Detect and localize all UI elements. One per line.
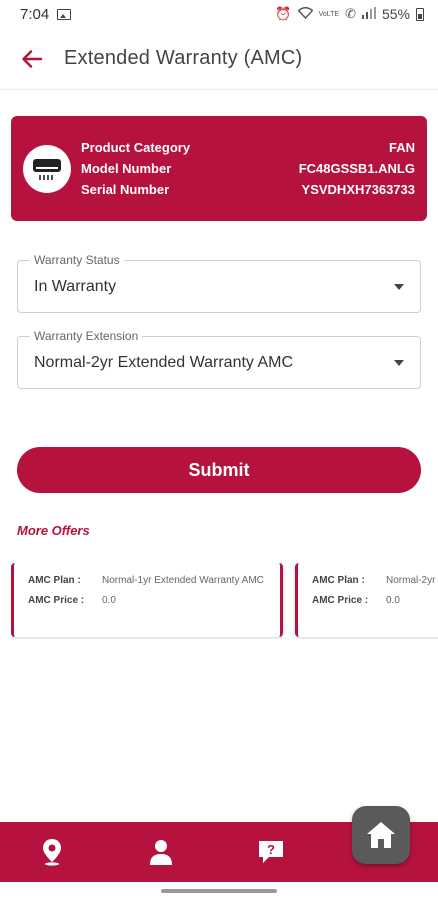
amc-price-value: 0.0 <box>102 595 116 606</box>
alarm-icon: ⏰ <box>275 6 292 21</box>
more-offers-title: More Offers <box>17 523 90 538</box>
person-icon <box>150 840 172 865</box>
offer-card[interactable]: AMC Plan : Normal-2yr Extended Warranty … <box>295 563 438 637</box>
wifi-icon <box>297 6 314 22</box>
amc-price-value: 0.0 <box>386 595 400 606</box>
amc-plan-label: AMC Plan : <box>312 575 365 586</box>
model-number-value: FC48GSSB1.ANLG <box>298 161 415 176</box>
page-title: Extended Warranty (AMC) <box>64 47 303 69</box>
home-button[interactable] <box>352 806 410 864</box>
serial-number-label: Serial Number <box>81 182 170 197</box>
warranty-extension-dropdown[interactable]: Warranty Extension Normal-2yr Extended W… <box>17 329 421 389</box>
gallery-icon <box>57 8 72 20</box>
warranty-status-label: Warranty Status <box>30 253 124 267</box>
offer-plan-row: AMC Plan : Normal-1yr Extended Warranty … <box>28 575 266 587</box>
warranty-extension-label: Warranty Extension <box>30 329 143 343</box>
status-bar: 7:04 ⏰ VoLTE ✆ 55% <box>0 0 438 28</box>
battery-percent: 55% <box>381 6 410 22</box>
system-gesture-area <box>0 882 438 900</box>
warranty-status-dropdown[interactable]: Warranty Status In Warranty <box>17 253 421 313</box>
offer-card[interactable]: AMC Plan : Normal-1yr Extended Warranty … <box>11 563 283 637</box>
serial-number-value: YSVDHXH7363733 <box>301 182 415 197</box>
svg-text:?: ? <box>267 842 275 857</box>
product-category-value: FAN <box>389 140 415 155</box>
model-number-row: Model Number FC48GSSB1.ANLG <box>81 158 415 179</box>
app-bar: Extended Warranty (AMC) <box>0 28 438 90</box>
call-icon: ✆ <box>345 6 356 21</box>
caret-down-icon <box>394 359 404 366</box>
status-icons: ⏰ VoLTE ✆ 55% <box>275 6 424 22</box>
product-info-card: Product Category FAN Model Number FC48GS… <box>11 116 427 221</box>
location-pin-icon <box>43 839 61 866</box>
amc-plan-value: Normal-1yr Extended Warranty AMC <box>102 575 264 586</box>
warranty-status-value: In Warranty <box>34 277 117 295</box>
submit-button[interactable]: Submit <box>17 447 421 493</box>
product-details: Product Category FAN Model Number FC48GS… <box>81 137 415 200</box>
gesture-bar[interactable] <box>161 889 277 893</box>
home-icon <box>367 822 395 848</box>
offer-plan-row: AMC Plan : Normal-2yr Extended Warranty … <box>312 575 438 587</box>
warranty-extension-value: Normal-2yr Extended Warranty AMC <box>34 353 294 371</box>
back-button[interactable] <box>0 28 64 90</box>
signal-icon <box>361 6 376 22</box>
product-category-label: Product Category <box>81 140 191 155</box>
volte-label: VoLTE <box>318 10 340 18</box>
offers-carousel[interactable]: AMC Plan : Normal-1yr Extended Warranty … <box>11 563 438 639</box>
product-category-row: Product Category FAN <box>81 137 415 158</box>
amc-plan-value: Normal-2yr Extended Warranty AMC <box>386 575 438 586</box>
caret-down-icon <box>394 283 404 290</box>
help-chat-icon: ? <box>259 841 283 863</box>
offer-price-row: AMC Price : 0.0 <box>28 595 266 607</box>
air-conditioner-icon <box>23 144 71 193</box>
amc-plan-label: AMC Plan : <box>28 575 81 586</box>
nav-help-button[interactable]: ? <box>256 836 286 868</box>
battery-icon <box>416 7 424 21</box>
serial-number-row: Serial Number YSVDHXH7363733 <box>81 179 415 200</box>
amc-price-label: AMC Price : <box>312 595 369 606</box>
amc-price-label: AMC Price : <box>28 595 85 606</box>
model-number-label: Model Number <box>81 161 172 176</box>
arrow-left-icon <box>22 49 42 68</box>
offer-price-row: AMC Price : 0.0 <box>312 595 438 607</box>
status-time: 7:04 <box>20 5 50 23</box>
nav-location-button[interactable] <box>37 836 67 868</box>
nav-profile-button[interactable] <box>146 836 176 868</box>
